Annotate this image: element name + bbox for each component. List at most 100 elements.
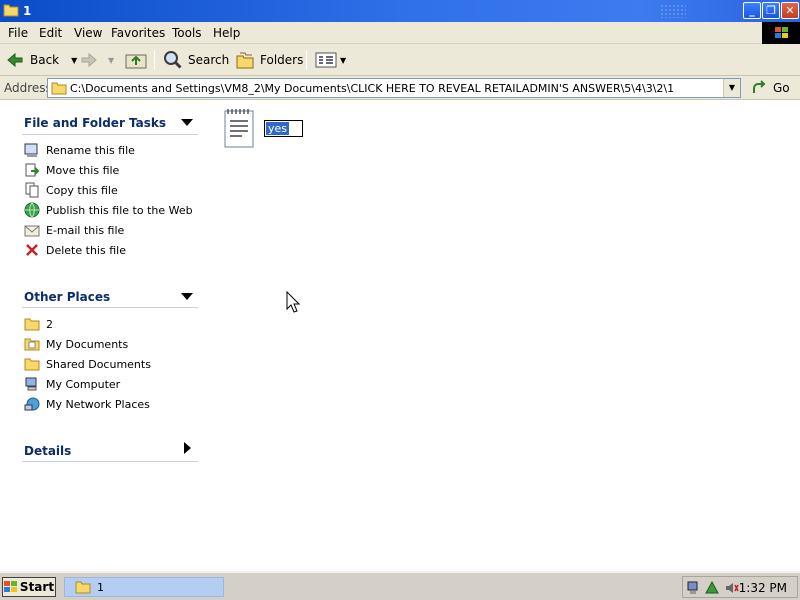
windows-flag-icon	[775, 27, 788, 38]
place-shared-documents[interactable]: Shared Documents	[24, 356, 151, 372]
place-label: Shared Documents	[46, 357, 151, 371]
back-label: Back	[30, 53, 60, 67]
place-folder-2[interactable]: 2	[24, 316, 53, 332]
title-bar[interactable]: 1 _ ❐ ✕	[0, 0, 800, 22]
search-label: Search	[188, 53, 230, 67]
tray-app-icon[interactable]	[704, 580, 720, 596]
forward-dropdown-icon[interactable]: ▼	[108, 56, 114, 65]
folders-button[interactable]: Folders	[235, 49, 303, 71]
menu-bar: File Edit View Favorites Tools Help	[0, 22, 800, 44]
my-documents-icon	[24, 336, 40, 352]
task-label: Publish this file to the Web	[46, 203, 193, 217]
address-dropdown-button[interactable]: ▼	[723, 79, 740, 97]
place-label: 2	[46, 317, 53, 331]
volume-icon[interactable]	[724, 580, 740, 596]
other-places-title[interactable]: Other Places	[24, 290, 110, 304]
place-my-network-places[interactable]: My Network Places	[24, 396, 150, 412]
taskbar-window-button[interactable]: 1	[64, 577, 224, 597]
start-label: Start	[19, 580, 55, 594]
address-value: C:\Documents and Settings\VM8_2\My Docum…	[70, 82, 675, 95]
details-title[interactable]: Details	[24, 444, 71, 458]
menu-view[interactable]: View	[74, 26, 102, 40]
restore-button[interactable]: ❐	[762, 2, 780, 19]
toolbar-separator	[306, 50, 307, 70]
folder-icon	[51, 82, 67, 95]
start-button[interactable]: Start	[2, 577, 56, 597]
menu-edit[interactable]: Edit	[39, 26, 62, 40]
taskbar-window-label: 1	[97, 580, 104, 594]
task-move-file[interactable]: Move this file	[24, 162, 119, 178]
globe-icon	[24, 202, 40, 218]
system-tray: 1:32 PM	[682, 576, 798, 598]
views-icon	[315, 52, 337, 68]
forward-button[interactable]: ▼	[80, 49, 114, 71]
task-label: E-mail this file	[46, 223, 125, 237]
place-my-computer[interactable]: My Computer	[24, 376, 120, 392]
go-label: Go	[773, 81, 790, 95]
network-status-icon[interactable]	[686, 580, 700, 596]
windows-flag-icon	[3, 581, 17, 592]
place-label: My Computer	[46, 377, 121, 391]
windows-logo	[762, 22, 800, 44]
address-label: Address	[4, 81, 52, 95]
place-my-documents[interactable]: My Documents	[24, 336, 128, 352]
task-pane: File and Folder Tasks Rename this file M…	[0, 101, 210, 571]
panel-divider	[22, 134, 198, 135]
place-label: My Network Places	[46, 397, 150, 411]
task-label: Rename this file	[46, 143, 135, 157]
menu-help[interactable]: Help	[213, 26, 240, 40]
panel-divider	[22, 461, 198, 462]
go-arrow-icon	[753, 80, 766, 93]
search-button[interactable]: Search	[163, 49, 229, 71]
collapse-chevron-icon[interactable]	[181, 119, 193, 127]
task-label: Move this file	[46, 163, 120, 177]
folder-icon	[24, 356, 40, 372]
go-button[interactable]: Go	[751, 80, 790, 96]
email-icon	[24, 222, 40, 238]
delete-icon	[24, 242, 40, 258]
copy-icon	[24, 182, 40, 198]
task-copy-file[interactable]: Copy this file	[24, 182, 118, 198]
file-list-area[interactable]: yes	[210, 101, 800, 571]
network-icon	[24, 396, 40, 412]
text-file-icon[interactable]	[223, 105, 255, 149]
panel-divider	[22, 307, 198, 308]
task-email-file[interactable]: E-mail this file	[24, 222, 124, 238]
place-label: My Documents	[46, 337, 129, 351]
address-bar: Address C:\Documents and Settings\VM8_2\…	[0, 76, 800, 100]
mouse-cursor-icon	[286, 291, 300, 313]
rename-input[interactable]: yes	[264, 120, 303, 137]
toolbar: Back ▼ ▼ Search Folders ▼	[0, 44, 800, 76]
window-title: 1	[23, 4, 32, 18]
folders-icon	[236, 52, 254, 69]
up-folder-icon	[125, 54, 147, 69]
task-label: Delete this file	[46, 243, 126, 257]
menu-file[interactable]: File	[8, 26, 28, 40]
toolbar-separator	[154, 50, 155, 70]
folder-icon	[24, 316, 40, 332]
up-folder-button[interactable]	[125, 49, 147, 71]
menu-tools[interactable]: Tools	[172, 26, 202, 40]
file-folder-tasks-title[interactable]: File and Folder Tasks	[24, 116, 166, 130]
back-dropdown-icon[interactable]: ▼	[71, 56, 77, 65]
taskbar: Start 1 1:32 PM	[0, 571, 800, 600]
views-button[interactable]: ▼	[315, 49, 346, 71]
search-icon	[164, 51, 182, 69]
task-label: Copy this file	[46, 183, 118, 197]
back-button[interactable]: Back ▼	[6, 49, 77, 71]
menu-favorites[interactable]: Favorites	[111, 26, 165, 40]
minimize-button[interactable]: _	[743, 2, 761, 19]
collapse-chevron-icon[interactable]	[181, 293, 193, 301]
task-delete-file[interactable]: Delete this file	[24, 242, 126, 258]
back-arrow-icon	[7, 52, 23, 68]
views-dropdown-icon: ▼	[340, 55, 347, 65]
folder-icon	[75, 581, 91, 594]
task-publish-web[interactable]: Publish this file to the Web	[24, 202, 193, 218]
expand-chevron-icon[interactable]	[184, 442, 192, 454]
task-rename-file[interactable]: Rename this file	[24, 142, 135, 158]
address-input[interactable]: C:\Documents and Settings\VM8_2\My Docum…	[47, 78, 741, 98]
rename-icon	[24, 142, 40, 158]
computer-icon	[24, 376, 40, 392]
clock[interactable]: 1:32 PM	[739, 581, 787, 595]
close-button[interactable]: ✕	[781, 2, 799, 19]
